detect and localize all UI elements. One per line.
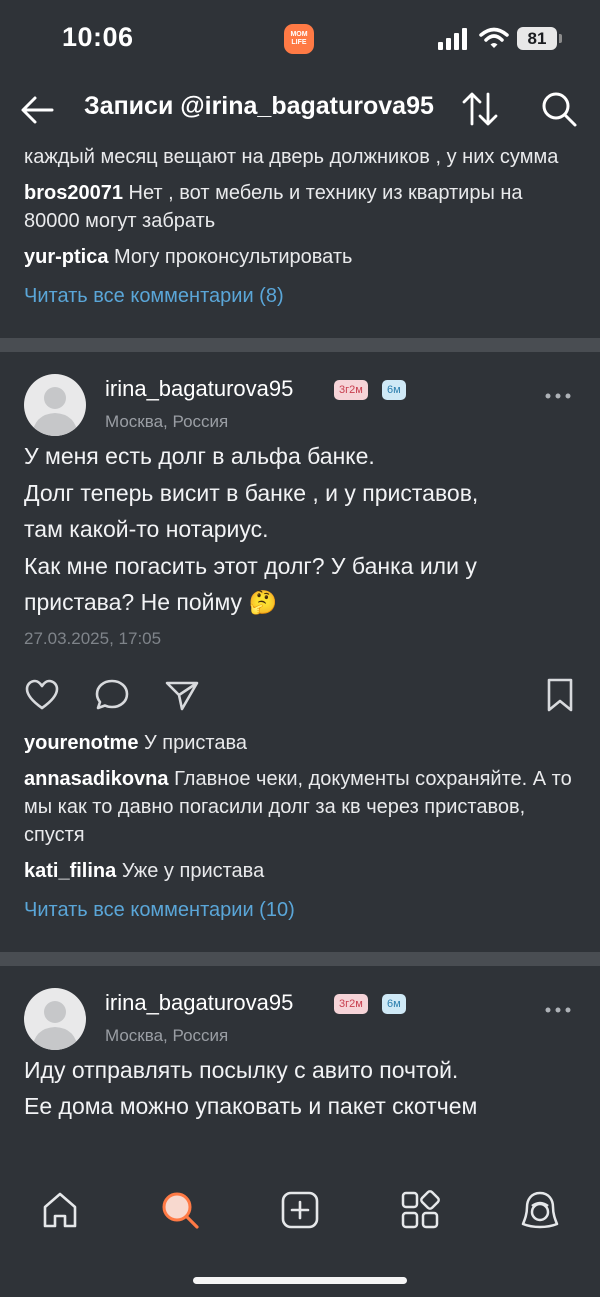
posts-feed[interactable]: каждый месяц вещают на дверь должников ,… [0, 140, 600, 1170]
comment-bubble-icon[interactable] [94, 677, 130, 713]
bookmark-icon[interactable] [542, 677, 578, 713]
comment: yur-ptica Могу проконсультировать [24, 243, 576, 271]
home-icon[interactable] [40, 1190, 80, 1230]
sort-arrows-icon[interactable] [460, 90, 500, 128]
comment: bros20071 Нет , вот мебель и технику из … [24, 179, 576, 235]
comment-author[interactable]: yur-ptica [24, 246, 108, 268]
child-age-badge: 3г2м [334, 380, 368, 400]
share-send-icon[interactable] [164, 677, 200, 713]
comment-text: каждый месяц вещают на дверь должников ,… [24, 146, 559, 168]
profile-icon[interactable] [520, 1190, 560, 1230]
post-card: irina_bagaturova95 3г2м 6м Москва, Росси… [0, 352, 600, 922]
post-actions [0, 649, 600, 729]
post-divider [0, 951, 600, 966]
post-line: там какой-то нотариус. [24, 516, 269, 542]
post-body[interactable]: У меня есть долг в альфа банке. Долг теп… [0, 438, 600, 621]
post-line: Долг теперь висит в банке , и у приставо… [24, 479, 479, 506]
post-line: пристава? Не пойму 🤔 [24, 589, 278, 615]
home-indicator[interactable] [193, 1277, 407, 1284]
like-heart-icon[interactable] [24, 677, 60, 713]
post-username[interactable]: irina_bagaturova95 [105, 376, 293, 402]
top-app-bar: Записи @irina_bagaturova95 [0, 80, 600, 140]
comment-text: У пристава [144, 731, 247, 754]
post-location: Москва, Россия [105, 412, 229, 431]
comment-author[interactable]: annasadikovna [24, 768, 169, 790]
comment-text: Могу проконсультировать [114, 246, 353, 268]
search-active-icon[interactable] [160, 1190, 200, 1230]
battery-level: 81 [527, 28, 547, 48]
search-icon[interactable] [540, 90, 578, 128]
cellular-signal-icon [438, 28, 467, 50]
app-badge-text-2: LIFE [291, 39, 307, 46]
post-header: irina_bagaturova95 3г2м 6м Москва, Росси… [0, 352, 600, 444]
child-age-badge: 6м [382, 993, 406, 1014]
comment-author[interactable]: bros20071 [24, 182, 123, 204]
post-line: Ее дома можно упаковать и пакет скотчем [24, 1093, 478, 1119]
app-badge-text-1: MOM [290, 31, 308, 38]
post-username[interactable]: irina_bagaturova95 [105, 990, 293, 1016]
child-age-badge: 3г2м [334, 993, 368, 1014]
post-card: irina_bagaturova95 3г2м 6м Москва, Росси… [0, 966, 600, 1125]
read-all-comments-link[interactable]: Читать все комментарии (8) [24, 285, 576, 308]
post-divider [0, 338, 600, 352]
more-options-icon[interactable] [540, 390, 576, 402]
read-all-comments-link[interactable]: Читать все комментарии (10) [24, 899, 576, 922]
arrow-left-icon[interactable] [20, 94, 56, 126]
page-title: Записи @irina_bagaturova95 [84, 92, 434, 120]
child-age-badge: 6м [382, 380, 406, 400]
post-comments: yourenotme У пристава annasadikovna Глав… [0, 729, 600, 922]
avatar-placeholder-icon [32, 387, 78, 436]
comment-text: Уже у пристава [121, 859, 265, 882]
avatar[interactable] [24, 374, 86, 436]
comment: annasadikovna Главное чеки, документы со… [24, 765, 576, 849]
comment: каждый месяц вещают на дверь должников ,… [24, 143, 576, 171]
comment-author[interactable]: kati_filina [24, 860, 116, 882]
comment-author[interactable]: yourenotme [24, 732, 138, 754]
comment: yourenotme У пристава [24, 729, 576, 757]
battery-icon: 81 [517, 27, 557, 50]
add-post-icon[interactable] [280, 1190, 320, 1230]
status-time: 10:06 [62, 22, 134, 52]
avatar[interactable] [24, 987, 86, 1050]
post-date: 27.03.2025, 17:05 [24, 628, 162, 648]
battery-tip [559, 34, 562, 43]
comment: kati_filina Уже у пристава [24, 857, 576, 885]
more-options-icon[interactable] [540, 1004, 576, 1016]
status-bar: 10:06 MOM LIFE 81 [0, 0, 600, 80]
wifi-icon [479, 27, 509, 48]
post-line: Как мне погасить этот долг? У банка или … [24, 552, 477, 579]
post-header: irina_bagaturova95 3г2м 6м Москва, Росси… [0, 966, 600, 1058]
momlife-app-icon: MOM LIFE [284, 24, 314, 54]
avatar-placeholder-icon [32, 1000, 78, 1050]
services-grid-icon[interactable] [400, 1190, 440, 1230]
post-location: Москва, Россия [105, 1025, 229, 1045]
post-body[interactable]: Иду отправлять посылку с авито почтой. Е… [0, 1052, 600, 1125]
previous-post-comments: каждый месяц вещают на дверь должников ,… [0, 140, 600, 308]
